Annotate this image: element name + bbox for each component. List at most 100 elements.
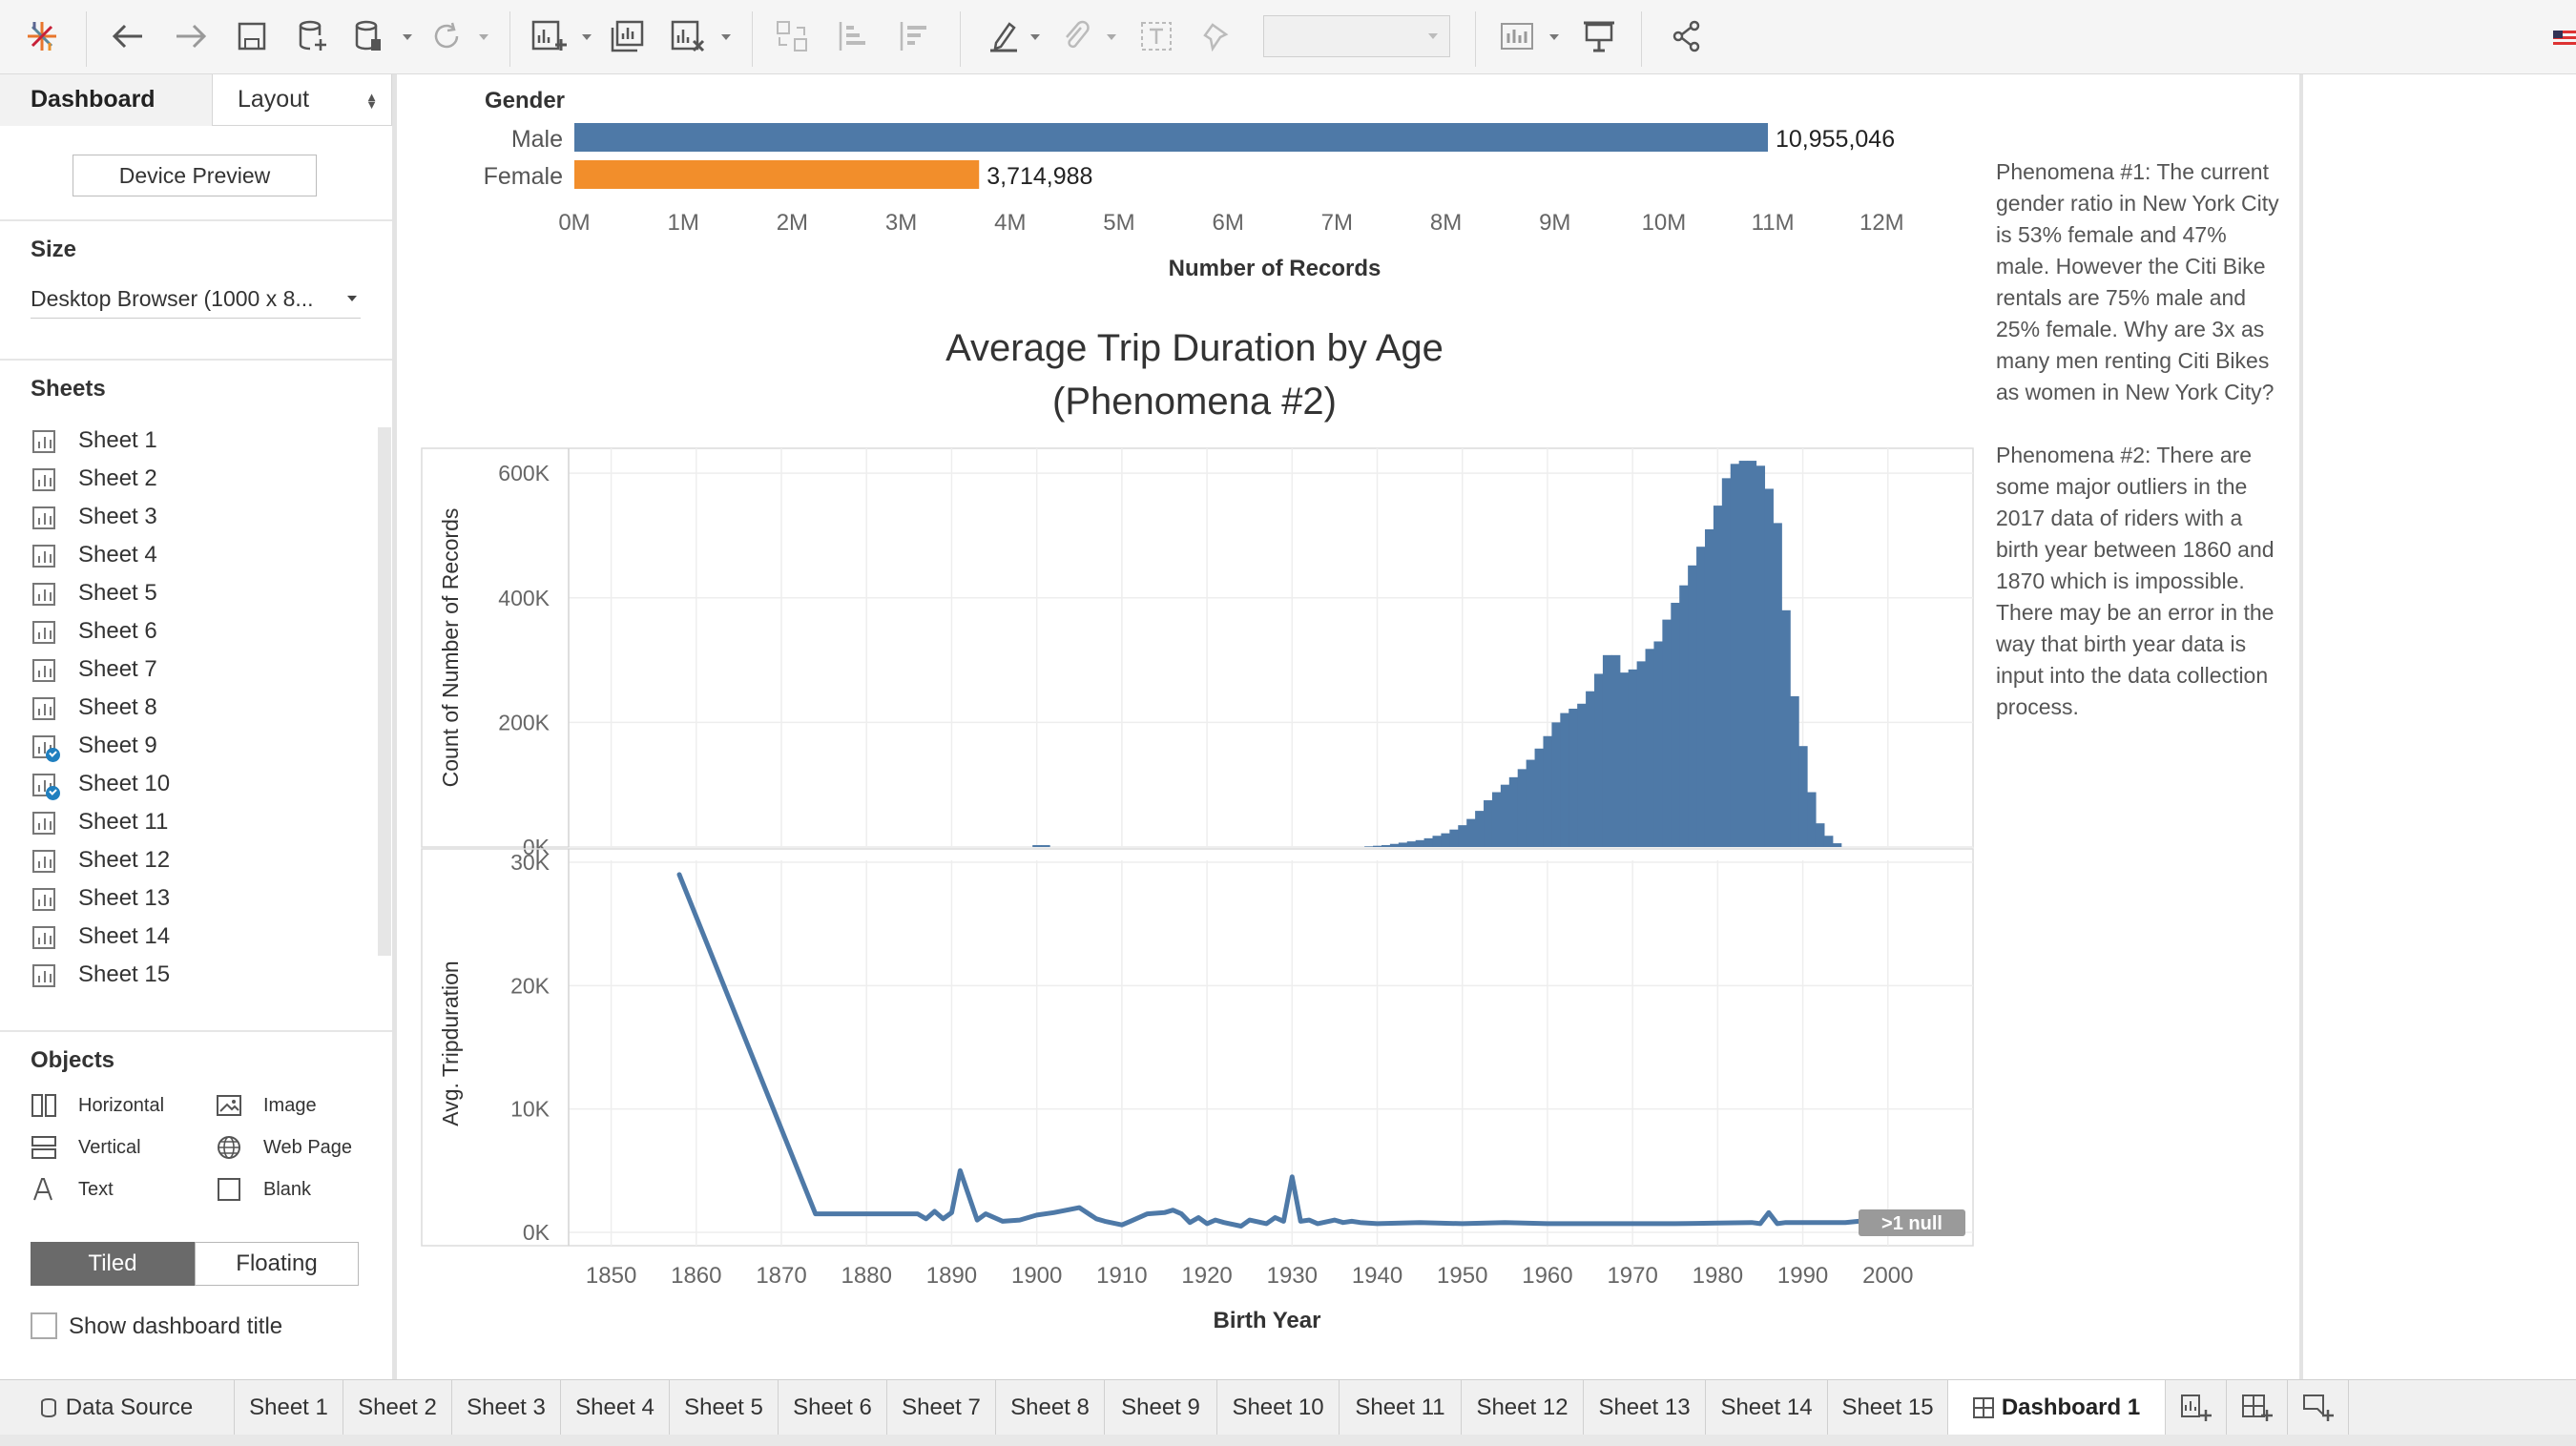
sheet-list-item-label: Sheet 6 [78,618,157,644]
share-icon[interactable] [1666,13,1708,59]
undo-icon[interactable] [107,13,149,59]
fit-dropdown[interactable] [1263,15,1450,57]
dashboard-icon [1972,1397,1994,1418]
swap-icon[interactable] [771,13,813,59]
tab-dashboard-1[interactable]: Dashboard 1 [1948,1380,2166,1436]
show-labels-icon[interactable] [1135,13,1177,59]
updown-arrows-icon: ▲ ▼ [365,90,378,112]
sheet-list-item[interactable]: Sheet 8 [31,689,374,727]
sheet-tab[interactable]: Sheet 2 [343,1380,452,1436]
sheet-list-item[interactable]: Sheet 2 [31,460,374,498]
histogram-bar [1466,818,1476,847]
sort-ascending-icon[interactable] [832,13,874,59]
new-worksheet-tab-icon[interactable] [2166,1380,2227,1436]
histogram-bar [1364,846,1374,847]
group-icon[interactable] [1055,13,1097,59]
sheet-list-item[interactable]: Sheet 12 [31,841,374,879]
sheet-tab[interactable]: Sheet 8 [996,1380,1105,1436]
sheets-heading: Sheets [31,376,106,402]
tab-label: Sheet 12 [1476,1394,1568,1420]
sheet-list-item[interactable]: Sheet 11 [31,803,374,841]
histogram-bar [1628,669,1638,847]
duplicate-sheet-icon[interactable] [607,13,649,59]
birth-year-tick-label: 1950 [1437,1263,1487,1289]
tab-data-source[interactable]: Data Source [0,1380,235,1436]
presentation-mode-icon[interactable] [1578,13,1620,59]
sheet-tab[interactable]: Sheet 1 [235,1380,343,1436]
sheet-tab[interactable]: Sheet 5 [670,1380,779,1436]
show-me-icon[interactable] [1496,13,1538,59]
vertical-container-icon [31,1135,57,1160]
sheet-tab[interactable]: Sheet 13 [1584,1380,1706,1436]
sheet-tab[interactable]: Sheet 11 [1340,1380,1462,1436]
redo-icon[interactable] [170,13,212,59]
gender-axis-tick-label: 12M [1859,210,1904,236]
sheet-tab[interactable]: Sheet 15 [1828,1380,1948,1436]
tab-label: Sheet 11 [1355,1394,1445,1420]
gender-bar-female [574,160,980,189]
fix-axes-icon[interactable] [1196,13,1238,59]
tab-dashboard[interactable]: Dashboard [0,74,212,126]
worksheet-icon [32,545,55,568]
sheet-tab[interactable]: Sheet 7 [887,1380,996,1436]
sheet-list-item[interactable]: Sheet 10 [31,765,374,803]
sheet-tab[interactable]: Sheet 12 [1462,1380,1584,1436]
histogram-bar [1568,709,1578,847]
object-horizontal-label: Horizontal [78,1095,165,1116]
histogram-bar [1755,465,1766,847]
sheet-list-item[interactable]: Sheet 15 [31,956,374,994]
sheet-list-item[interactable]: Sheet 1 [31,422,374,460]
gender-axis-tick-label: 0M [558,210,590,236]
sheet-tab[interactable]: Sheet 3 [452,1380,561,1436]
dashboard-sidebar: Dashboard Layout ▲ ▼ Device Preview Size D… [0,74,397,1379]
pause-auto-updates-icon[interactable] [351,13,385,59]
birth-year-tick-label: 1970 [1607,1263,1657,1289]
new-story-tab-icon[interactable] [2288,1380,2349,1436]
size-dropdown[interactable]: Desktop Browser (1000 x 8... [31,279,361,319]
used-in-dashboard-check-icon [46,786,60,800]
clear-sheet-icon[interactable] [668,13,710,59]
sheet-list-item[interactable]: Sheet 4 [31,536,374,574]
new-data-source-icon[interactable] [292,13,334,59]
tableau-logo-icon[interactable] [21,13,63,59]
device-preview-button[interactable]: Device Preview [73,155,317,196]
phenomena-1-text: Phenomena #1: The current gender ratio i… [1996,159,2279,404]
histogram-bar [1543,735,1552,847]
sheet-list-item-label: Sheet 1 [78,427,157,453]
gender-axis-tick-label: 5M [1103,210,1134,236]
highlight-icon[interactable] [983,13,1025,59]
sheet-tab[interactable]: Sheet 9 [1105,1380,1217,1436]
new-worksheet-icon[interactable] [529,13,571,59]
floating-toggle[interactable]: Floating [195,1242,359,1286]
refresh-icon[interactable] [426,13,467,59]
sheet-tab[interactable]: Sheet 4 [561,1380,670,1436]
sheet-list-item[interactable]: Sheet 14 [31,918,374,956]
tiled-toggle[interactable]: Tiled [31,1242,195,1286]
tab-layout[interactable]: Layout ▲ ▼ [212,74,392,126]
sort-descending-icon[interactable] [893,13,935,59]
sheet-tab[interactable]: Sheet 14 [1706,1380,1828,1436]
worksheet-icon [32,697,55,720]
sheet-list-item[interactable]: Sheet 9 [31,727,374,765]
birth-year-tick-label: 1940 [1352,1263,1402,1289]
sheet-list-item[interactable]: Sheet 5 [31,574,374,612]
histogram-title: Average Trip Duration by Age (Phenomena #… [945,327,1444,423]
sheet-tab[interactable]: Sheet 10 [1217,1380,1340,1436]
birth-year-tick-label: 1920 [1181,1263,1232,1289]
gender-axis-tick-label: 7M [1321,210,1353,236]
line-y-tick-label: 10K [510,1097,551,1122]
globe-icon [216,1135,242,1160]
sheet-list-item[interactable]: Sheet 6 [31,612,374,651]
sheet-list-item[interactable]: Sheet 7 [31,651,374,689]
sheets-scrollbar[interactable] [378,427,391,956]
sheet-tab[interactable]: Sheet 6 [779,1380,887,1436]
new-dashboard-tab-icon[interactable] [2227,1380,2288,1436]
save-icon[interactable] [231,13,273,59]
line-y-tick-label: 30K [510,850,551,875]
birth-year-tick-label: 2000 [1862,1263,1913,1289]
histogram-bar [1491,792,1502,847]
birth-year-tick-label: 1990 [1777,1263,1828,1289]
worksheet-icon [32,888,55,911]
sheet-list-item[interactable]: Sheet 13 [31,879,374,918]
sheet-list-item[interactable]: Sheet 3 [31,498,374,536]
